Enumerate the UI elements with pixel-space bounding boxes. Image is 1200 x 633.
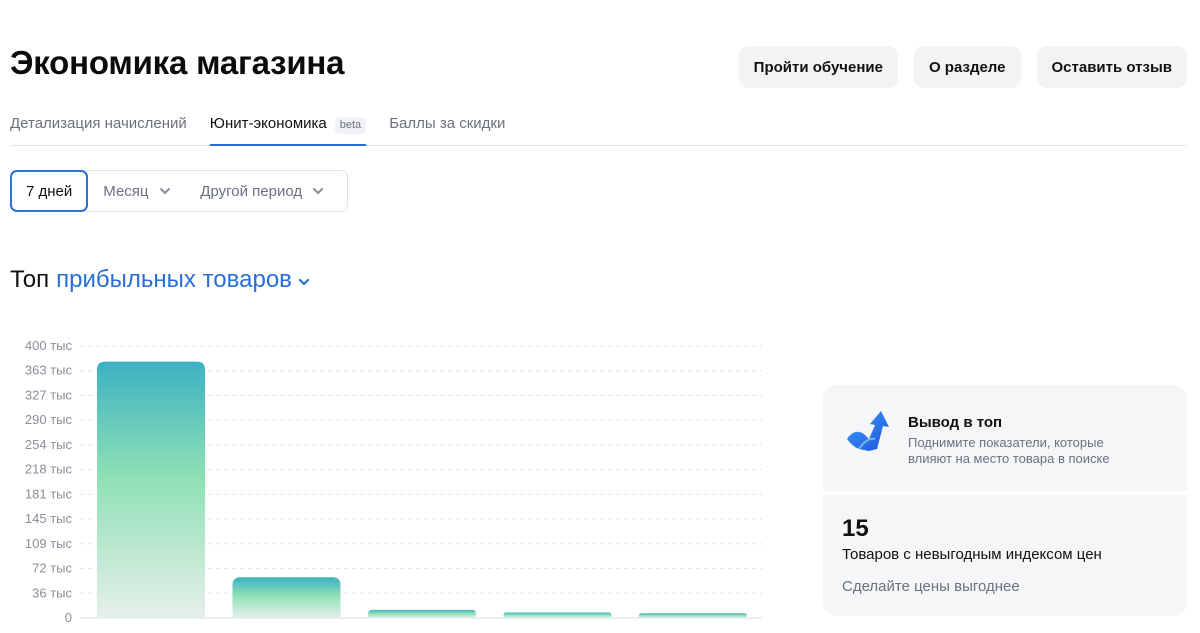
period-other-label: Другой период [200, 182, 303, 200]
period-month-label: Месяц [103, 182, 149, 200]
tab-bar: Детализация начислений Юнит-экономика be… [10, 110, 1187, 146]
promo-text: Поднимите показатели, которые влияют на … [908, 435, 1110, 466]
y-tick-label: 72 тыс [32, 561, 72, 576]
y-tick-label: 181 тыс [25, 486, 73, 501]
y-tick-label: 218 тыс [25, 462, 73, 477]
chart-bar[interactable] [368, 609, 476, 618]
beta-badge: beta [334, 117, 367, 134]
y-tick-label: 145 тыс [25, 511, 73, 526]
section-title-prefix: Топ [10, 266, 50, 293]
page-title: Экономика магазина [10, 44, 345, 81]
y-tick-label: 290 тыс [25, 412, 73, 427]
unfavorable-count: 15 [842, 515, 869, 542]
y-tick-label: 363 тыс [25, 363, 73, 378]
period-other-dropdown[interactable]: Другой период [186, 170, 324, 212]
tab-label: Баллы за скидки [389, 115, 506, 132]
promo-title: Вывод в топ [908, 414, 1003, 431]
top-type-dropdown[interactable]: прибыльных товаров [56, 266, 292, 294]
tab-label: Юнит-экономика [209, 115, 327, 132]
profit-bar-chart: 0 36 тыс 72 тыс 109 тыс 145 тыс 181 тыс 218 ты… [25, 338, 762, 625]
arrow-up-icon [847, 411, 889, 451]
leave-feedback-button[interactable]: Оставить отзыв [1036, 46, 1187, 88]
promo-card[interactable]: Вывод в топ Поднимите показатели, которы… [823, 385, 1187, 491]
section-title: Топ прибыльных товаров [10, 266, 310, 294]
tab-discount-points[interactable]: Баллы за скидки [389, 110, 505, 146]
chevron-down-icon [313, 188, 324, 194]
y-tick-label: 400 тыс [25, 338, 73, 353]
start-training-button[interactable]: Пройти обучение [738, 46, 898, 88]
unfavorable-label: Товаров с невыгодным индексом цен [842, 546, 1102, 563]
tab-label: Детализация начислений [10, 115, 187, 132]
y-tick-label: 254 тыс [25, 437, 73, 452]
tab-accrual-details[interactable]: Детализация начислений [10, 110, 187, 146]
y-tick-label: 36 тыс [32, 585, 72, 600]
chart-bar[interactable] [639, 613, 747, 618]
improve-prices-link[interactable]: Сделайте цены выгоднее [842, 578, 1020, 595]
chart-bar[interactable] [503, 612, 612, 618]
about-section-button[interactable]: О разделе [913, 46, 1021, 88]
chart-bar[interactable] [97, 361, 205, 618]
chevron-down-icon[interactable] [298, 276, 310, 288]
price-index-card: 15 Товаров с невыгодным индексом цен Сде… [823, 495, 1187, 616]
chart-bar[interactable] [232, 577, 341, 618]
y-tick-label: 327 тыс [25, 387, 73, 402]
tab-unit-economics[interactable]: Юнит-экономика beta [209, 110, 367, 146]
period-month-dropdown[interactable]: Месяц [88, 170, 186, 212]
period-selector: 7 дней Месяц Другой период [10, 170, 348, 212]
chevron-down-icon [159, 188, 170, 194]
y-tick-label: 109 тыс [25, 536, 73, 551]
period-7-days-button[interactable]: 7 дней [10, 170, 89, 212]
y-tick-label: 0 [65, 610, 72, 625]
header-actions: Пройти обучение О разделе Оставить отзыв [738, 46, 1187, 88]
